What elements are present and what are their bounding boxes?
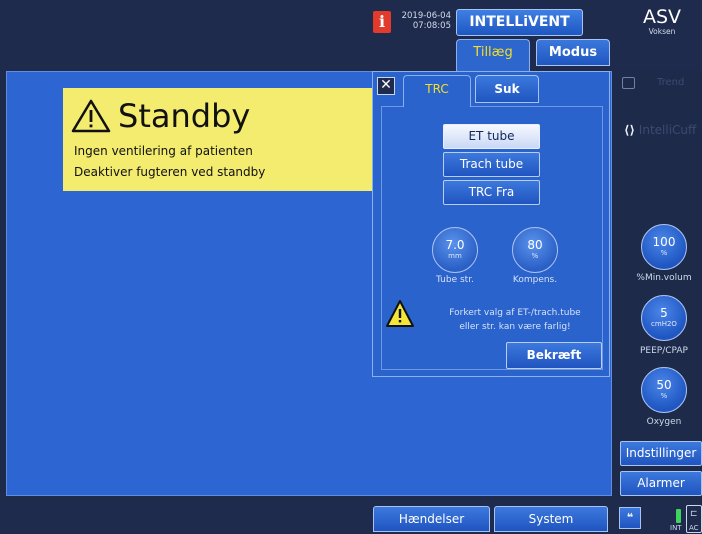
tab-suk[interactable]: Suk bbox=[475, 75, 539, 103]
tab-tillaeg[interactable]: Tillæg bbox=[456, 39, 530, 72]
settings-button[interactable]: Indstillinger bbox=[620, 441, 702, 466]
intellicuff-item[interactable]: ⟨⟩ IntelliCuff bbox=[624, 123, 696, 137]
minute-volume-value: 100 bbox=[652, 235, 676, 249]
ac-power-label: AC bbox=[689, 524, 699, 532]
minute-volume-unit: % bbox=[660, 249, 668, 257]
oxygen-knob[interactable]: 50 % bbox=[641, 367, 687, 413]
minute-volume-knob[interactable]: 100 % bbox=[641, 224, 687, 270]
peep-value: 5 bbox=[660, 306, 668, 320]
tab-trc[interactable]: TRC bbox=[403, 75, 471, 107]
tube-size-value: 7.0 bbox=[445, 238, 465, 252]
trach-tube-button[interactable]: Trach tube bbox=[443, 152, 540, 177]
compensation-unit: % bbox=[531, 252, 539, 260]
standby-banner: Standby Ingen ventilering af patienten D… bbox=[63, 88, 375, 191]
battery-icon bbox=[676, 509, 681, 523]
tube-size-knob[interactable]: 7.0 mm bbox=[432, 227, 478, 273]
compensation-knob[interactable]: 80 % bbox=[512, 227, 558, 273]
confirm-button[interactable]: Bekræft bbox=[506, 342, 602, 369]
peep-label: PEEP/CPAP bbox=[640, 346, 688, 356]
patient-group-label: Voksen bbox=[648, 27, 676, 36]
minute-volume-label: %Min.volum bbox=[636, 273, 692, 283]
standby-title: Standby bbox=[118, 97, 251, 135]
ventilation-mode-label: ASV bbox=[642, 6, 682, 28]
datetime-display: 2019-06-04 07:08:05 bbox=[395, 11, 451, 31]
peep-unit: cmH2O bbox=[651, 320, 677, 328]
trc-warning-line1: Forkert valg af ET-/trach.tube bbox=[449, 308, 581, 318]
tube-size-label: Tube str. bbox=[436, 275, 474, 285]
standby-message-line2: Deaktiver fugteren ved standby bbox=[74, 165, 266, 179]
oxygen-value: 50 bbox=[656, 378, 672, 392]
event-log-icon[interactable]: ❝ bbox=[619, 507, 641, 529]
system-button[interactable]: System bbox=[494, 506, 608, 532]
info-icon[interactable]: i bbox=[373, 11, 391, 33]
oxygen-unit: % bbox=[660, 392, 668, 400]
intellicuff-label: IntelliCuff bbox=[638, 123, 697, 137]
trc-warning-line2: eller str. kan være farlig! bbox=[459, 322, 571, 332]
trc-warning-text: Forkert valg af ET-/trach.tube eller str… bbox=[436, 306, 594, 334]
compensation-label: Kompens. bbox=[512, 275, 558, 285]
date-text: 2019-06-04 bbox=[401, 11, 451, 21]
alarms-button[interactable]: Alarmer bbox=[620, 471, 702, 496]
warning-icon bbox=[386, 300, 414, 327]
trc-off-button[interactable]: TRC Fra bbox=[443, 180, 540, 205]
standby-message-line1: Ingen ventilering af patienten bbox=[74, 144, 253, 158]
et-tube-button[interactable]: ET tube bbox=[443, 124, 540, 149]
intellivent-button[interactable]: INTELLiVENT bbox=[456, 9, 583, 36]
trend-icon[interactable] bbox=[622, 77, 635, 89]
internal-power-label: INT bbox=[670, 524, 682, 532]
intellicuff-icon: ⟨⟩ bbox=[624, 123, 635, 137]
time-text: 07:08:05 bbox=[412, 21, 451, 31]
tab-modus[interactable]: Modus bbox=[536, 39, 610, 66]
compensation-value: 80 bbox=[527, 238, 543, 252]
events-button[interactable]: Hændelser bbox=[373, 506, 490, 532]
plug-icon: ⊏ bbox=[690, 509, 698, 519]
warning-icon bbox=[71, 99, 111, 133]
tube-size-unit: mm bbox=[448, 252, 462, 260]
close-button[interactable]: ✕ bbox=[377, 77, 395, 95]
oxygen-label: Oxygen bbox=[646, 417, 682, 427]
peep-knob[interactable]: 5 cmH2O bbox=[641, 295, 687, 341]
trend-label[interactable]: Trend bbox=[657, 77, 684, 88]
